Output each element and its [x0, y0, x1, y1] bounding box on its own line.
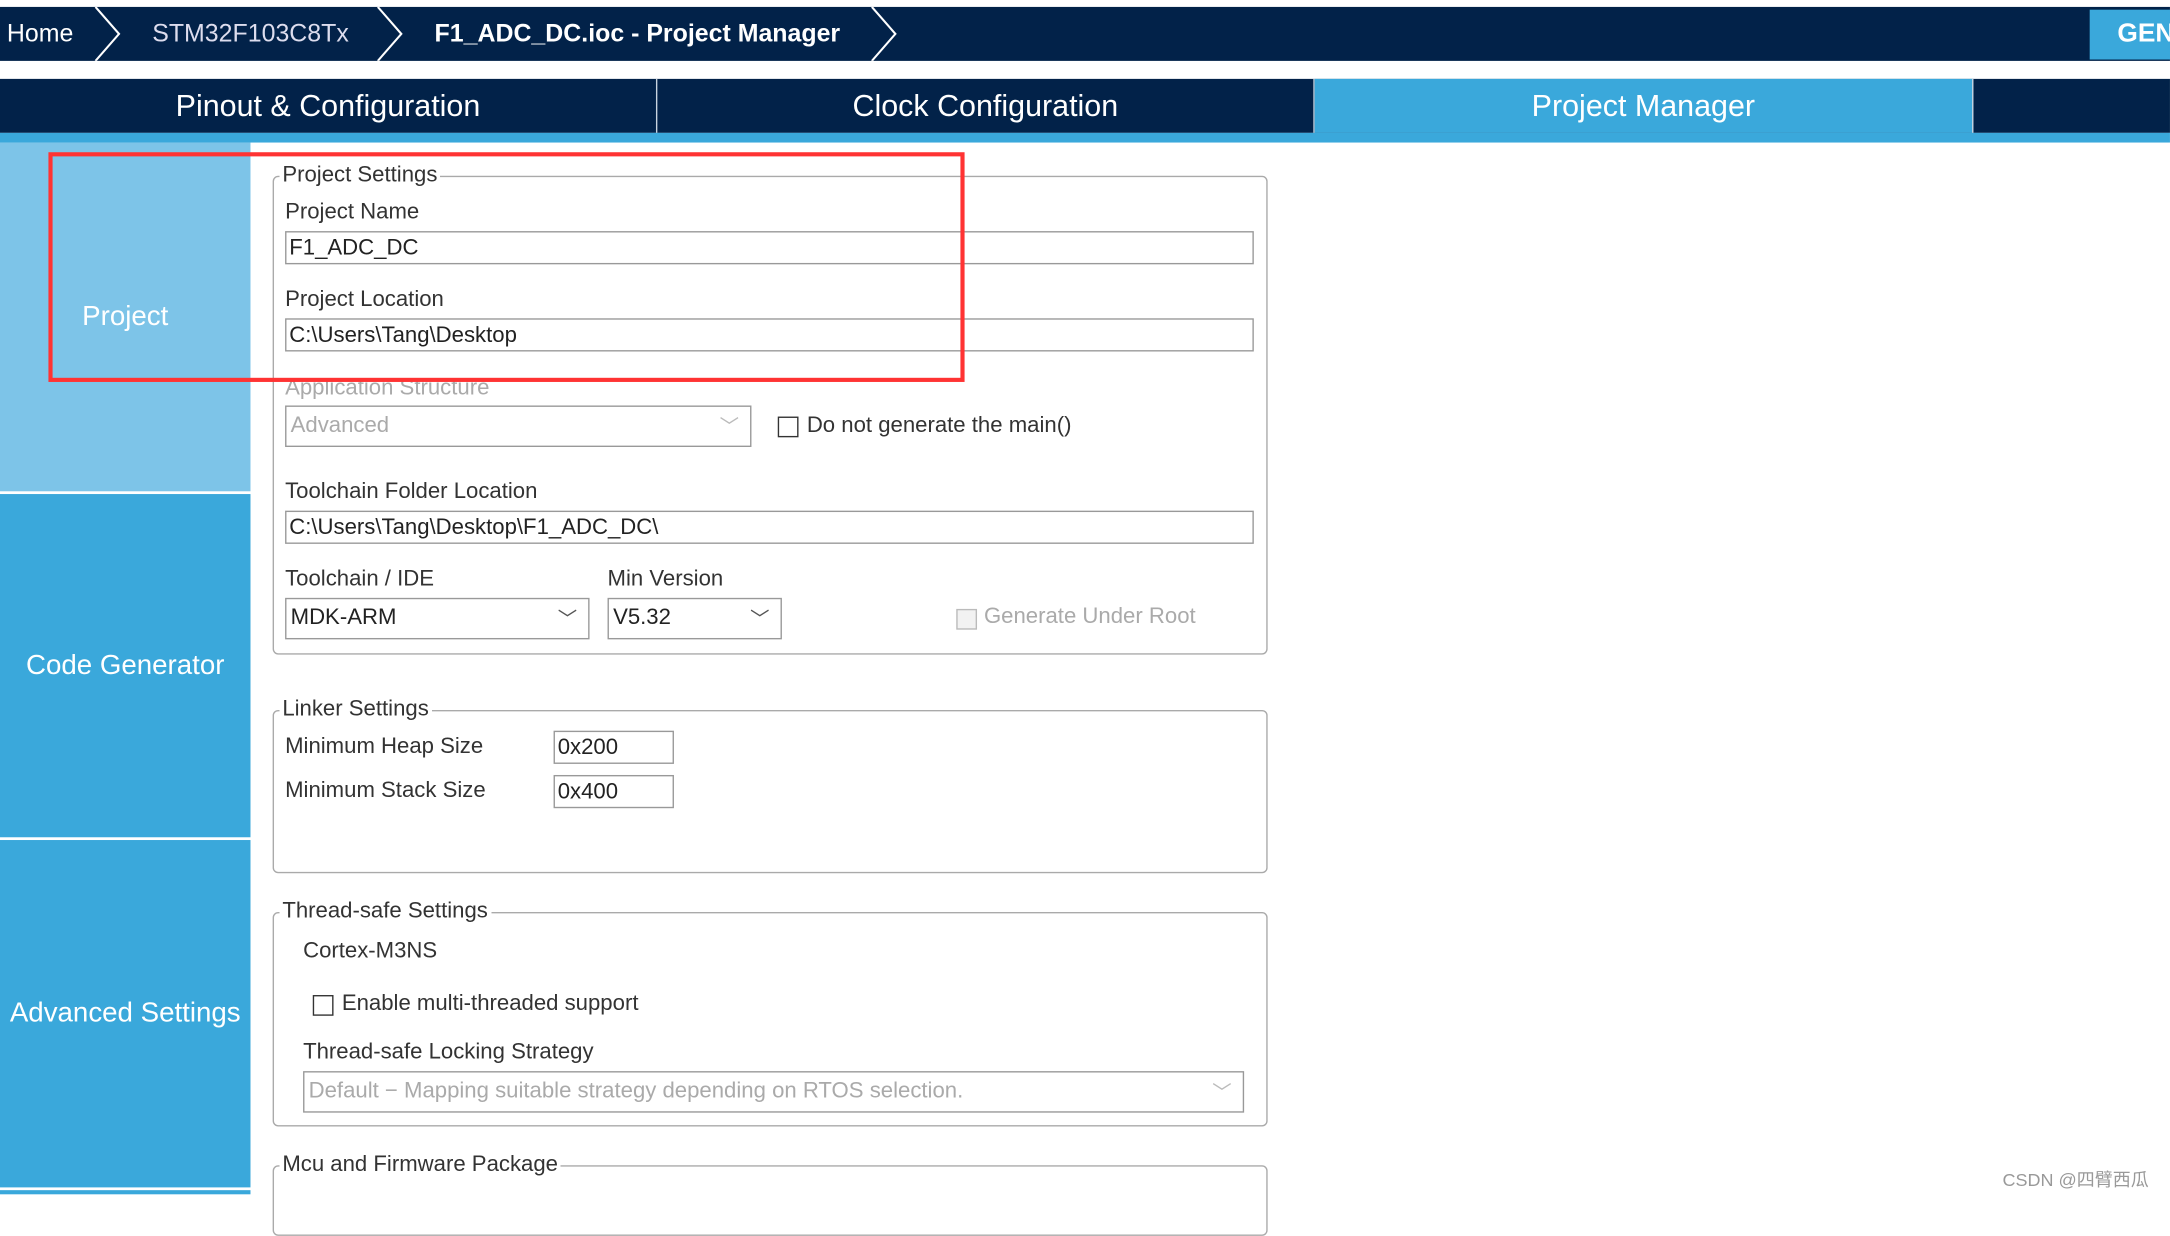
chevron-down-icon: ﹀	[1212, 1080, 1232, 1103]
min-version-value: V5.32	[613, 606, 671, 630]
breadcrumb-project[interactable]: F1_ADC_DC.ioc - Project Manager	[435, 7, 841, 61]
toolchain-ide-label: Toolchain / IDE	[285, 567, 435, 591]
tab-clock-configuration[interactable]: Clock Configuration	[657, 78, 1315, 133]
watermark: CSDN @四臂西瓜	[2002, 1169, 2149, 1191]
mcu-firmware-group: Mcu and Firmware Package	[272, 1152, 1268, 1236]
application-structure-select[interactable]: Advanced ﹀	[285, 405, 752, 447]
toolchain-ide-value: MDK-ARM	[290, 606, 397, 630]
min-version-select[interactable]: V5.32 ﹀	[607, 597, 782, 640]
stack-size-label: Minimum Stack Size	[285, 779, 486, 803]
locking-strategy-label: Thread-safe Locking Strategy	[303, 1040, 594, 1065]
sidebar-item-code-generator[interactable]: Code Generator	[0, 494, 251, 838]
locking-strategy-select[interactable]: Default − Mapping suitable strategy depe…	[303, 1071, 1245, 1113]
chevron-right-icon	[377, 6, 403, 61]
do-not-generate-main-label: Do not generate the main()	[806, 413, 1072, 438]
generate-under-root-label: Generate Under Root	[983, 604, 1196, 629]
multi-thread-label: Enable multi-threaded support	[341, 992, 639, 1016]
application-structure-value: Advanced	[290, 413, 390, 438]
thread-safe-legend: Thread-safe Settings	[282, 899, 488, 924]
sidebar-item-advanced-settings[interactable]: Advanced Settings	[0, 840, 251, 1188]
toolchain-folder-label: Toolchain Folder Location	[285, 480, 538, 504]
main-tabs: Pinout & Configuration Clock Configurati…	[0, 78, 2170, 133]
breadcrumb-home[interactable]: Home	[7, 7, 73, 61]
chevron-down-icon: ﹀	[719, 415, 740, 438]
highlight-box	[48, 152, 965, 382]
chevron-right-icon	[871, 6, 897, 61]
linker-settings-legend: Linker Settings	[282, 697, 429, 722]
tab-underline	[0, 132, 2170, 143]
chevron-right-icon	[94, 6, 121, 61]
heap-size-input[interactable]: 0x200	[553, 730, 674, 764]
chevron-down-icon: ﹀	[750, 607, 770, 630]
stack-size-input[interactable]: 0x400	[553, 774, 674, 809]
do-not-generate-main-checkbox[interactable]	[777, 416, 799, 438]
multi-thread-checkbox[interactable]	[312, 995, 334, 1016]
breadcrumb: Home STM32F103C8Tx F1_ADC_DC.ioc - Proje…	[0, 6, 2170, 61]
toolchain-folder-input[interactable]: C:\Users\Tang\Desktop\F1_ADC_DC\	[285, 510, 1254, 544]
chevron-down-icon: ﹀	[557, 607, 578, 630]
heap-size-label: Minimum Heap Size	[285, 734, 484, 759]
toolchain-ide-select[interactable]: MDK-ARM ﹀	[285, 597, 590, 640]
breadcrumb-mcu[interactable]: STM32F103C8Tx	[152, 7, 349, 61]
locking-strategy-value: Default − Mapping suitable strategy depe…	[308, 1079, 964, 1103]
generate-code-button[interactable]: GEN	[2089, 9, 2170, 60]
tab-project-manager[interactable]: Project Manager	[1314, 78, 1974, 133]
generate-under-root-checkbox[interactable]	[956, 608, 978, 630]
min-version-label: Min Version	[607, 567, 724, 591]
core-label: Cortex-M3NS	[303, 939, 438, 964]
mcu-firmware-legend: Mcu and Firmware Package	[282, 1152, 558, 1177]
tab-pinout-configuration[interactable]: Pinout & Configuration	[0, 78, 658, 133]
